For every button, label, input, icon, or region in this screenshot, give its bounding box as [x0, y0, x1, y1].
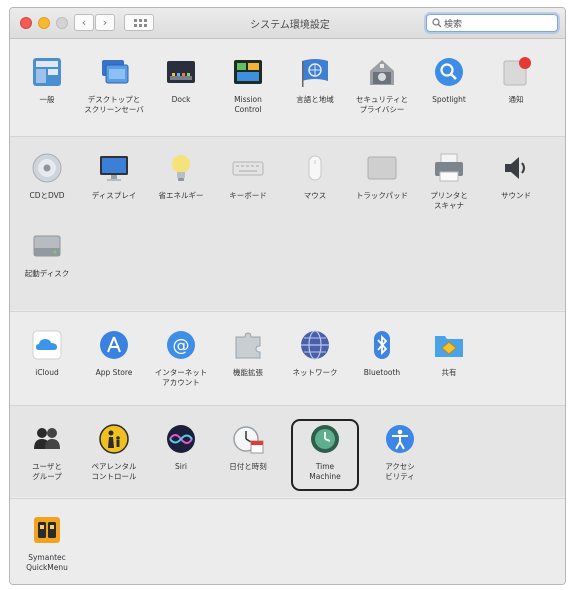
pref-time-machine[interactable]: Time Machine	[290, 422, 360, 482]
pref-app-store[interactable]: App Store	[79, 328, 149, 378]
pref-desktop-screensaver[interactable]: デスクトップと スクリーンセーバ	[79, 55, 149, 115]
close-button[interactable]	[20, 17, 32, 29]
dock-icon	[167, 61, 195, 83]
pref-trackpad[interactable]: トラックパッド	[347, 151, 417, 201]
users-groups-icon	[34, 428, 60, 449]
search-field[interactable]	[426, 14, 558, 32]
accessibility-icon	[386, 425, 414, 453]
window-title: システム環境設定	[250, 20, 330, 31]
startup-disk-icon	[33, 235, 61, 257]
icloud-icon	[32, 330, 62, 360]
sound-icon	[505, 157, 525, 179]
pref-spotlight[interactable]: Spotlight	[414, 55, 484, 105]
network-icon	[301, 330, 329, 360]
pref-startup-disk[interactable]: 起動ディスク	[12, 229, 82, 279]
pref-accessibility[interactable]: アクセシ ビリティ	[365, 422, 435, 482]
energy-saver-icon	[172, 155, 190, 181]
pref-symantec-quickmenu[interactable]: Symantec QuickMenu	[12, 513, 82, 573]
pref-security-privacy[interactable]: セキュリティと プライバシー	[347, 55, 417, 115]
printer-icon	[435, 153, 463, 182]
pref-general[interactable]: 一般	[12, 55, 82, 105]
pref-language-region[interactable]: 言語と地域	[280, 55, 350, 105]
grid-icon	[134, 19, 137, 22]
pref-mission-control[interactable]: Mission Control	[213, 55, 283, 115]
pref-siri[interactable]: Siri	[146, 422, 216, 472]
symantec-quickmenu-icon	[34, 517, 60, 543]
zoom-button[interactable]	[56, 17, 68, 29]
title-bar: ‹ › システム環境設定	[10, 8, 565, 39]
date-time-icon	[233, 426, 264, 454]
pref-users-groups[interactable]: ユーザと グループ	[12, 422, 82, 482]
pref-cd-dvd[interactable]: CDとDVD	[12, 151, 82, 201]
pref-dock[interactable]: Dock	[146, 55, 216, 105]
time-machine-icon	[311, 425, 339, 453]
siri-icon	[167, 425, 195, 453]
mouse-icon	[308, 155, 322, 181]
pref-display[interactable]: ディスプレイ	[79, 151, 149, 201]
pref-parental-controls[interactable]: ペアレンタル コントロール	[79, 422, 149, 482]
pref-internet-accounts[interactable]: @ インターネット アカウント	[146, 328, 216, 388]
desktop-screensaver-icon	[102, 60, 129, 84]
pref-sound[interactable]: サウンド	[481, 151, 551, 201]
language-region-icon	[302, 59, 328, 87]
keyboard-icon	[232, 161, 264, 176]
chevron-right-icon: ›	[102, 16, 108, 29]
cd-dvd-icon	[32, 153, 62, 183]
pref-sharing[interactable]: 共有	[414, 328, 484, 378]
search-input[interactable]	[444, 16, 552, 30]
pref-date-time[interactable]: 日付と時刻	[213, 422, 283, 472]
pref-mouse[interactable]: マウス	[280, 151, 350, 201]
spotlight-icon	[435, 58, 463, 86]
app-store-icon	[100, 331, 128, 359]
mission-control-icon	[234, 60, 262, 84]
extensions-icon	[235, 332, 261, 359]
minimize-button[interactable]	[38, 17, 50, 29]
pref-energy-saver[interactable]: 省エネルギー	[146, 151, 216, 201]
search-icon	[432, 18, 442, 28]
pref-printers-scanners[interactable]: プリンタと スキャナ	[414, 151, 484, 211]
back-button[interactable]: ‹	[74, 14, 94, 31]
show-all-button[interactable]	[124, 14, 154, 31]
forward-button[interactable]: ›	[95, 14, 115, 31]
pref-bluetooth[interactable]: Bluetooth	[347, 328, 417, 378]
trackpad-icon	[367, 156, 397, 180]
pref-notifications[interactable]: 通知	[481, 55, 551, 105]
section-other	[10, 498, 565, 584]
sharing-icon	[435, 336, 463, 357]
notifications-icon	[503, 57, 531, 86]
pref-extensions[interactable]: 機能拡張	[213, 328, 283, 378]
internet-accounts-icon: @	[167, 331, 195, 359]
security-icon	[370, 60, 394, 85]
chevron-left-icon: ‹	[81, 16, 87, 29]
svg-text:@: @	[173, 336, 190, 356]
bluetooth-icon	[374, 331, 390, 359]
general-icon	[33, 58, 61, 86]
display-icon	[100, 156, 128, 181]
pref-icloud[interactable]: iCloud	[12, 328, 82, 378]
system-preferences-window: ‹ › システム環境設定 一般	[9, 7, 566, 585]
pref-keyboard[interactable]: キーボード	[213, 151, 283, 201]
pref-network[interactable]: ネットワーク	[280, 328, 350, 378]
parental-controls-icon	[99, 424, 129, 454]
